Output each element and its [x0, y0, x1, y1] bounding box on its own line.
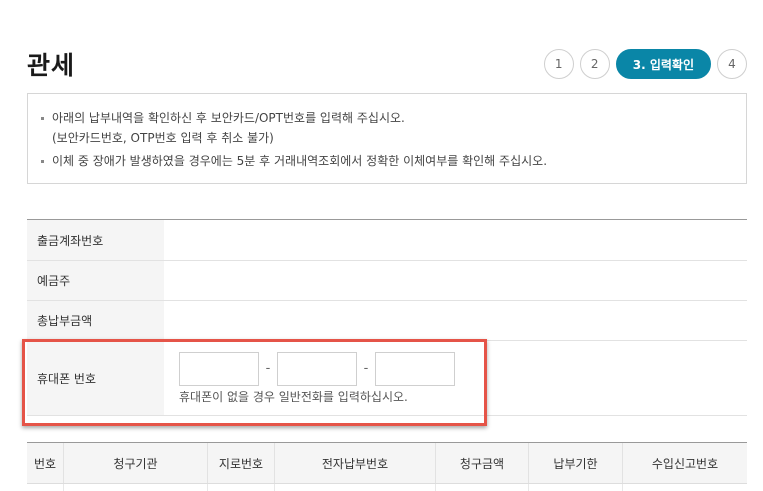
col-header-amount: 청구금액	[436, 443, 529, 483]
total-amount-value	[164, 301, 747, 340]
bill-table: 번호 청구기관 지로번호 전자납부번호 청구금액 납부기한 수입신고번호	[27, 442, 747, 491]
phone-help-text: 휴대폰이 없을 경우 일반전화를 입력하십시오.	[179, 389, 408, 404]
col-header-import-number: 수입신고번호	[651, 456, 719, 471]
account-row: 출금계좌번호	[27, 220, 747, 261]
phone-input-2[interactable]	[277, 351, 357, 386]
step-2: 2	[579, 49, 610, 79]
holder-label: 예금주	[27, 261, 164, 300]
notice-item-otp: 아래의 납부내역을 확인하신 후 보안카드/OPT번호를 입력해 주십시오.	[40, 108, 728, 128]
col-header-number: 번호	[27, 443, 64, 483]
step-4: 4	[717, 49, 747, 79]
col-header-due-date: 납부기한	[529, 443, 623, 483]
bill-table-header: 번호 청구기관 지로번호 전자납부번호 청구금액 납부기한 수입신고번호	[27, 443, 747, 484]
page-title: 관세	[27, 51, 76, 80]
phone-input-1[interactable]	[179, 351, 259, 386]
account-value	[164, 220, 747, 260]
step-indicator: 1 2 3. 입력확인 4	[543, 49, 747, 79]
step-3-current: 3. 입력확인	[615, 49, 711, 79]
payment-info-table: 출금계좌번호 예금주 총납부금액 휴대폰 번호 - - 휴대폰이 없을 경우 일…	[27, 219, 747, 416]
account-label: 출금계좌번호	[27, 220, 164, 260]
col-header-agency: 청구기관	[64, 443, 208, 483]
cell-due-date	[529, 484, 623, 491]
cell-number	[27, 484, 64, 491]
total-amount-row: 총납부금액	[27, 301, 747, 341]
col-header-epay-number: 전자납부번호	[275, 443, 436, 483]
cell-epay-number	[275, 484, 436, 491]
col-header-giro: 지로번호	[208, 443, 275, 483]
total-amount-label: 총납부금액	[27, 301, 164, 340]
holder-value	[164, 261, 747, 300]
cell-giro	[208, 484, 275, 491]
phone-row: 휴대폰 번호 - - 휴대폰이 없을 경우 일반전화를 입력하십시오.	[27, 341, 747, 416]
cell-import-number	[623, 484, 747, 491]
notice-box: 아래의 납부내역을 확인하신 후 보안카드/OPT번호를 입력해 주십시오. (…	[27, 93, 747, 184]
step-1: 1	[543, 49, 574, 79]
notice-item-error: 이체 중 장애가 발생하였을 경우에는 5분 후 거래내역조회에서 정확한 이체…	[40, 151, 728, 171]
phone-inputs: - -	[179, 351, 455, 386]
phone-input-3[interactable]	[375, 351, 455, 386]
notice-item-otp-sub: (보안카드번호, OTP번호 입력 후 취소 불가)	[52, 131, 274, 145]
holder-row: 예금주	[27, 261, 747, 301]
bill-table-row	[27, 484, 747, 491]
phone-label: 휴대폰 번호	[27, 341, 164, 415]
cell-agency	[64, 484, 208, 491]
phone-dash-2: -	[363, 361, 369, 376]
phone-field-group: - - 휴대폰이 없을 경우 일반전화를 입력하십시오.	[164, 341, 747, 415]
phone-dash-1: -	[265, 361, 271, 376]
cell-amount	[436, 484, 529, 491]
